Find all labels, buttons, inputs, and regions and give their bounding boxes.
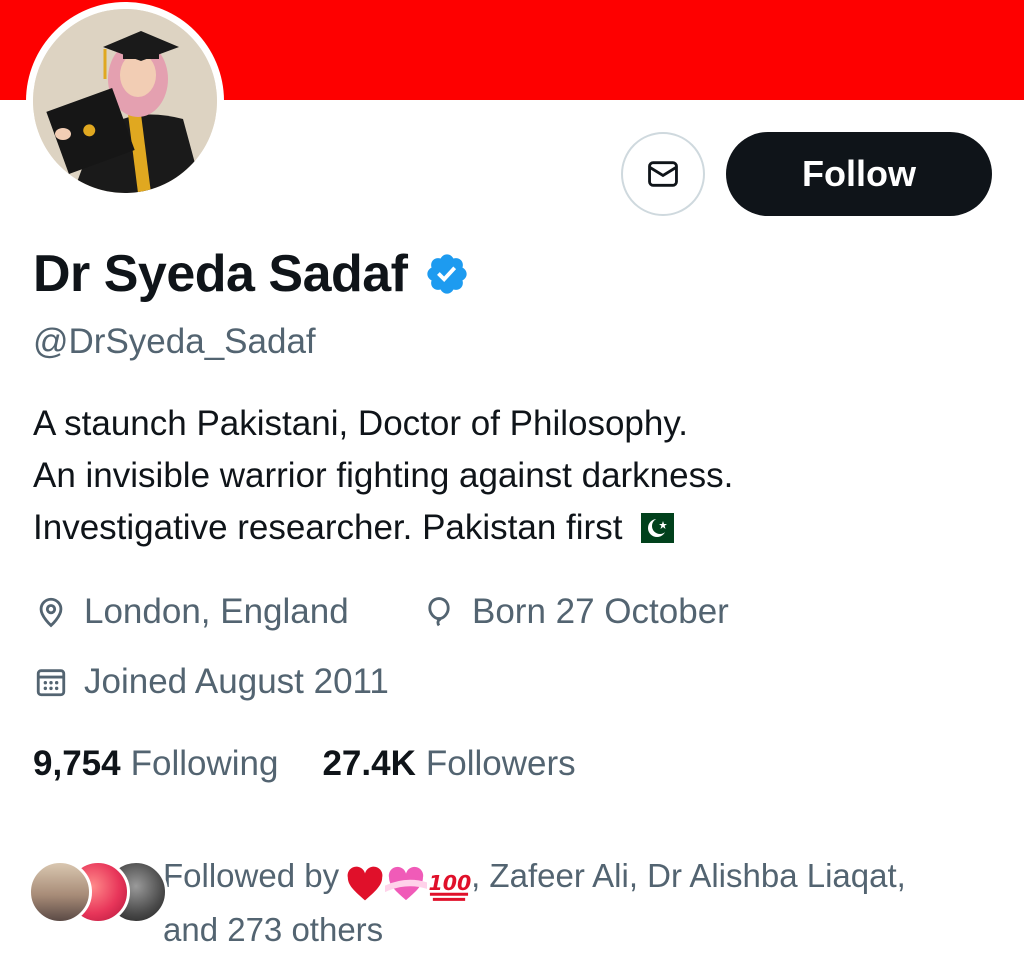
calendar-icon (36, 669, 66, 697)
follow-button[interactable]: Follow (726, 132, 992, 216)
followed-by-prefix: Followed by (163, 857, 340, 894)
birthday-text: Born 27 October (472, 592, 729, 631)
followers-count: 27.4K (322, 744, 416, 783)
mail-icon (648, 161, 678, 187)
bio-line-text: Investigative researcher. Pakistan first (33, 508, 623, 547)
location-pin-icon (39, 597, 63, 628)
followed-by-names: , Zafeer Ali, Dr Alishba Liaqat, (471, 857, 906, 894)
profile-joined: Joined August 2011 (34, 662, 389, 702)
following-count: 9,754 (33, 744, 121, 783)
profile-birthday: Born 27 October (422, 592, 729, 632)
avatar-illustration (33, 9, 217, 193)
profile-stats: 9,754 Following 27.4K Followers (33, 744, 576, 784)
follower-emoji-name: 100 (345, 858, 471, 906)
profile-bio: A staunch Pakistani, Doctor of Philosoph… (33, 398, 993, 554)
svg-text:100: 100 (429, 871, 472, 895)
location-text: London, England (84, 592, 349, 631)
bio-line: An invisible warrior fighting against da… (33, 456, 734, 495)
verified-badge-icon[interactable] (424, 251, 470, 297)
following-link[interactable]: 9,754 Following (33, 744, 278, 784)
profile-location: London, England (34, 592, 349, 632)
message-button[interactable] (621, 132, 705, 216)
followed-by-text: Followed by 100 , Zafeer Ali, Dr Alishba… (163, 852, 1003, 954)
heart-with-ribbon-icon (385, 867, 428, 901)
red-heart-icon (347, 866, 383, 901)
bio-line: Investigative researcher. Pakistan first (33, 502, 993, 554)
followers-label: Followers (425, 744, 576, 783)
follower-avatar (28, 860, 92, 924)
joined-text: Joined August 2011 (84, 662, 389, 701)
following-label: Following (130, 744, 279, 783)
pakistan-flag-icon (630, 513, 675, 543)
balloon-icon (428, 597, 450, 627)
followers-link[interactable]: 27.4K Followers (322, 744, 575, 784)
profile-handle: @DrSyeda_Sadaf (33, 322, 316, 361)
followed-by-others: and 273 others (163, 911, 384, 948)
profile-name: Dr Syeda Sadaf (33, 245, 408, 303)
hundred-points-icon: 100 (429, 871, 472, 902)
followed-by-section[interactable]: Followed by 100 , Zafeer Ali, Dr Alishba… (28, 850, 1008, 950)
bio-line: A staunch Pakistani, Doctor of Philosoph… (33, 404, 688, 443)
profile-name-row: Dr Syeda Sadaf (33, 242, 470, 306)
profile-avatar[interactable] (26, 2, 224, 200)
